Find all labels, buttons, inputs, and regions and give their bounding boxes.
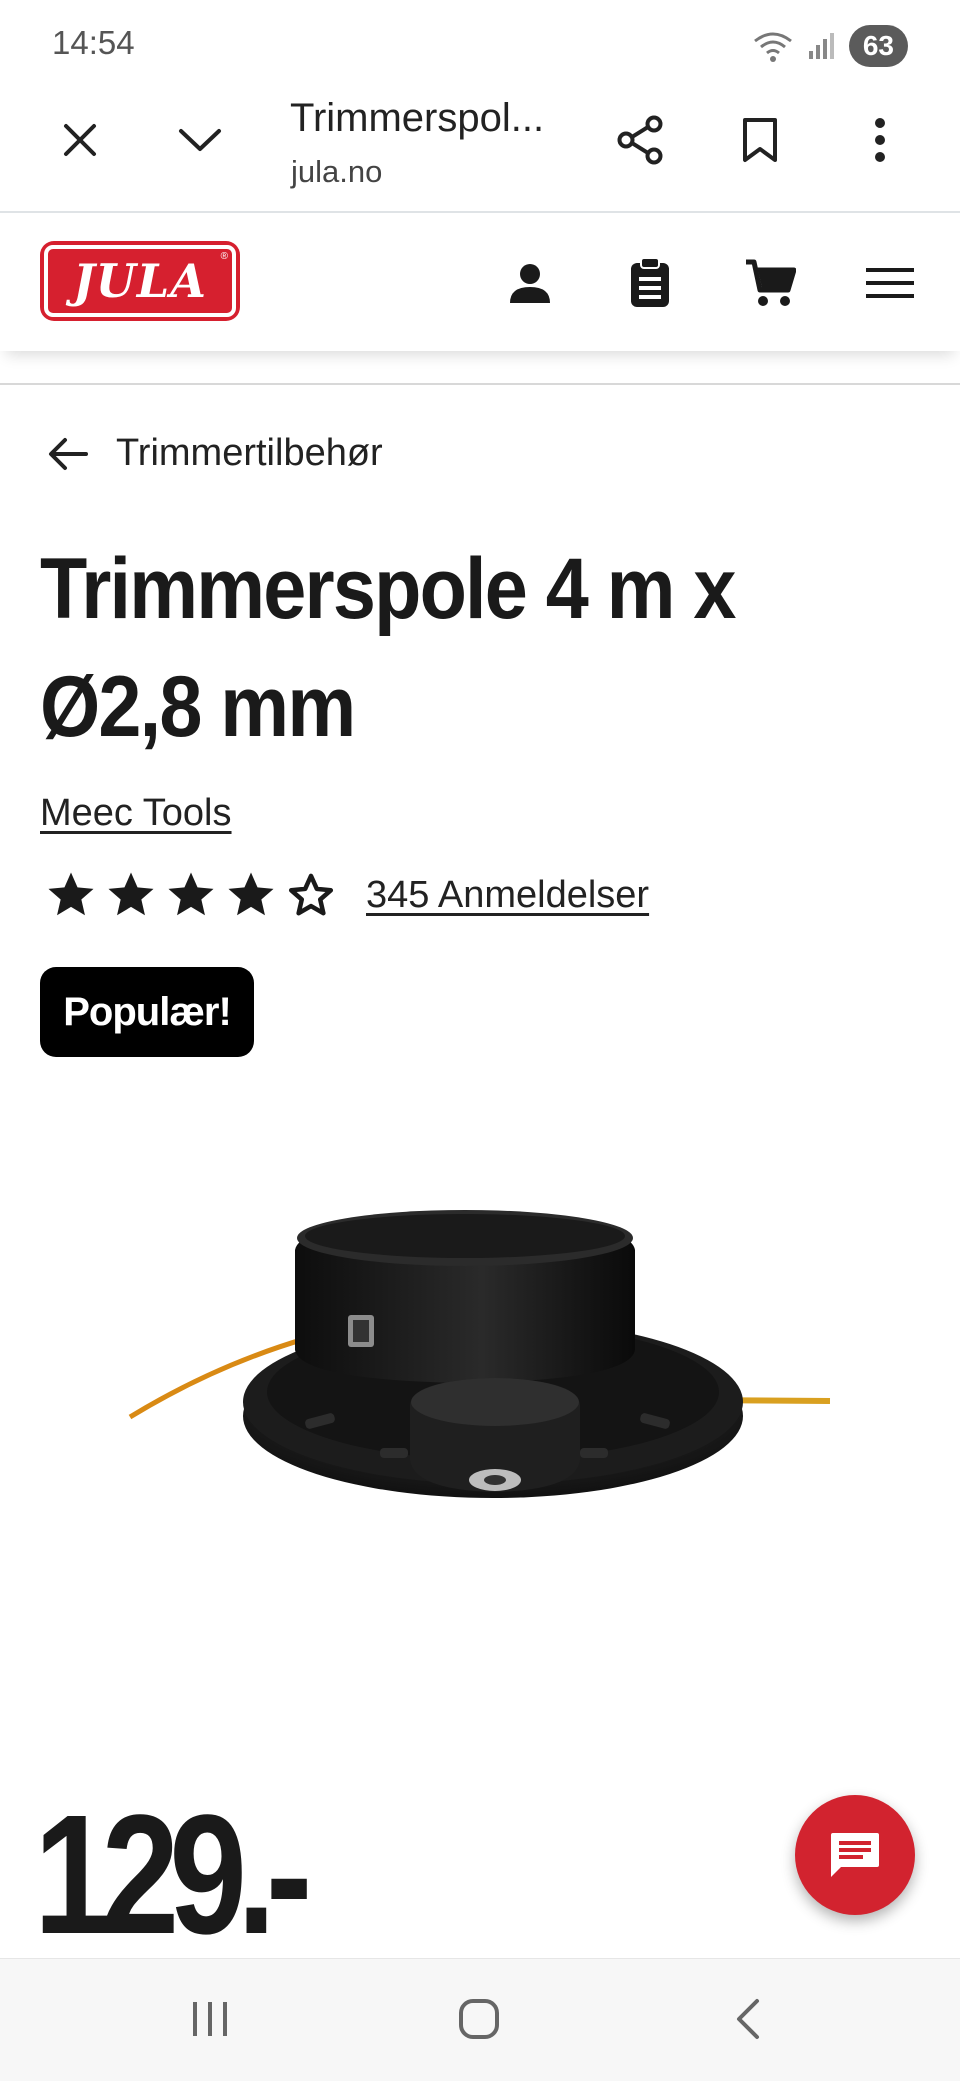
registered-mark: ®: [220, 251, 228, 262]
more-vert-icon: [875, 118, 885, 162]
hamburger-menu-icon: [866, 268, 914, 298]
home-icon: [459, 1999, 499, 2039]
header-divider: [0, 383, 960, 385]
bookmark-icon: [743, 118, 777, 162]
recent-apps-icon: [193, 2002, 227, 2036]
chat-icon: [831, 1833, 879, 1877]
site-header: JULA ®: [0, 213, 960, 351]
wifi-icon: [753, 32, 792, 62]
recent-apps-button[interactable]: [175, 1989, 245, 2049]
bookmark-button[interactable]: [730, 110, 790, 170]
menu-button[interactable]: [860, 253, 920, 313]
product-image[interactable]: [120, 1180, 840, 1540]
rating-row[interactable]: 345 Anmeldelser: [44, 868, 649, 922]
star-icon: [48, 872, 94, 916]
back-icon: [737, 1999, 759, 2039]
logo-text: JULA: [73, 254, 207, 308]
tab-domain: jula.no: [291, 154, 383, 189]
popular-badge: Populær!: [40, 967, 254, 1057]
minimize-button[interactable]: [170, 110, 230, 170]
cart-icon: [746, 259, 796, 306]
close-tab-button[interactable]: [50, 110, 110, 170]
share-icon: [617, 115, 663, 165]
chat-button[interactable]: [795, 1795, 915, 1915]
system-nav-bar: [0, 1958, 960, 2081]
clipboard-icon: [631, 257, 669, 307]
signal-icon: [808, 33, 834, 59]
browser-toolbar: Trimmerspol... jula.no: [0, 80, 960, 210]
star-icon: [168, 872, 214, 916]
breadcrumb[interactable]: Trimmertilbehør: [48, 432, 383, 475]
star-outline-icon: [288, 873, 334, 916]
chevron-down-icon: [179, 129, 221, 151]
share-button[interactable]: [610, 110, 670, 170]
arrow-left-icon: [49, 437, 88, 470]
person-icon: [510, 264, 550, 303]
account-button[interactable]: [500, 253, 560, 313]
star-icon: [108, 872, 154, 916]
cart-button[interactable]: [740, 253, 800, 313]
product-price: 129.-: [34, 1780, 312, 1970]
shopping-list-button[interactable]: [620, 253, 680, 313]
reviews-link[interactable]: 345 Anmeldelser: [366, 874, 649, 917]
status-time: 14:54: [52, 24, 135, 61]
close-icon: [64, 124, 96, 156]
breadcrumb-label: Trimmertilbehør: [116, 432, 383, 474]
back-button[interactable]: [713, 1989, 783, 2049]
star-icon: [228, 872, 274, 916]
jula-logo[interactable]: JULA ®: [40, 241, 240, 321]
product-title: Trimmerspole 4 m x Ø2,8 mm: [40, 541, 736, 755]
battery-indicator: 63: [848, 25, 908, 67]
status-icons: 63: [753, 24, 908, 68]
brand-link[interactable]: Meec Tools: [40, 792, 232, 835]
home-button[interactable]: [444, 1989, 514, 2049]
more-options-button[interactable]: [850, 110, 910, 170]
tab-title: Trimmerspol...: [290, 96, 545, 140]
